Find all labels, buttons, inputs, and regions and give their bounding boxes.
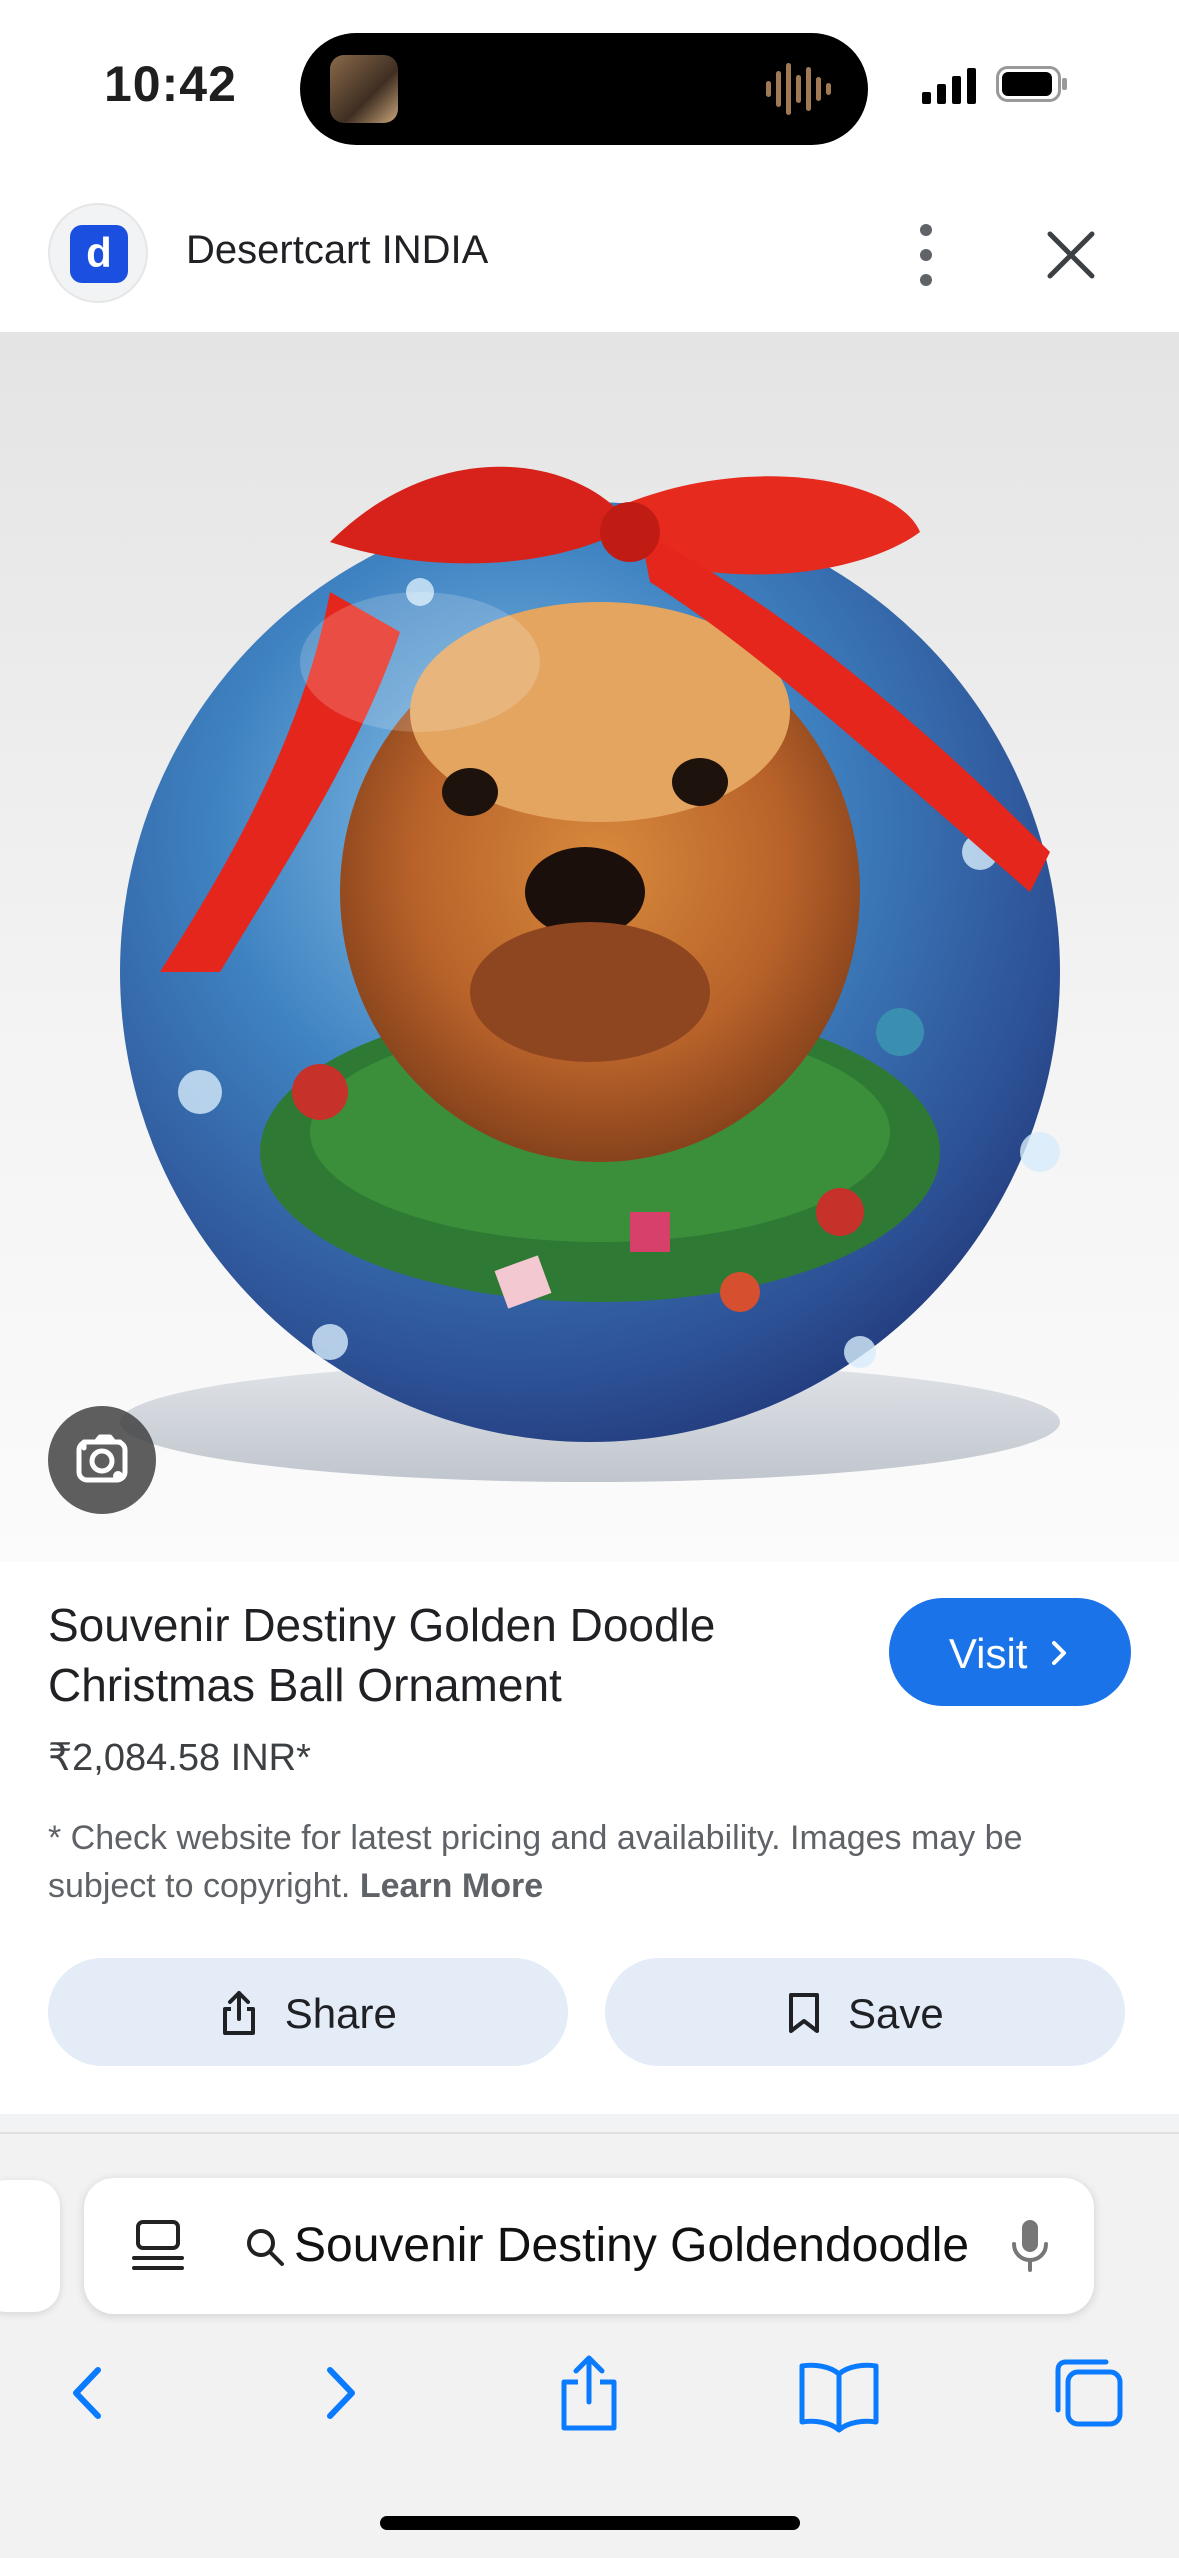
visit-label: Visit bbox=[948, 1629, 1028, 1677]
section-divider bbox=[0, 2114, 1179, 2132]
product-price: ₹2,084.58 INR* bbox=[48, 1737, 311, 1779]
page-menu-icon[interactable] bbox=[132, 2218, 186, 2274]
status-time: 10:42 bbox=[104, 56, 237, 112]
bookmark-icon bbox=[789, 1993, 820, 2034]
forward-icon[interactable] bbox=[296, 2348, 386, 2438]
visit-button[interactable]: Visit bbox=[889, 1598, 1131, 1706]
dynamic-island[interactable] bbox=[300, 33, 868, 145]
bookmarks-icon[interactable] bbox=[794, 2348, 884, 2438]
disclaimer-text: * Check website for latest pricing and a… bbox=[48, 1814, 1128, 1910]
share-label: Share bbox=[284, 1989, 397, 2037]
back-icon[interactable] bbox=[42, 2348, 132, 2438]
previous-tab-preview[interactable] bbox=[0, 2180, 60, 2312]
source-name[interactable]: Desertcart INDIA bbox=[186, 228, 488, 273]
desertcart-logo: d bbox=[70, 225, 128, 283]
microphone-icon[interactable] bbox=[1008, 2218, 1052, 2274]
close-icon[interactable] bbox=[1040, 224, 1102, 286]
cellular-signal-icon bbox=[922, 68, 976, 104]
more-options-icon[interactable] bbox=[900, 220, 952, 290]
save-button[interactable]: Save bbox=[605, 1958, 1125, 2066]
product-title: Souvenir Destiny Golden Doodle Christmas… bbox=[48, 1599, 716, 1711]
status-bar: 10:42 bbox=[0, 0, 1179, 170]
product-image[interactable] bbox=[0, 332, 1179, 1562]
lens-icon bbox=[76, 1434, 128, 1483]
source-header: d Desertcart INDIA bbox=[0, 170, 1179, 332]
source-logo[interactable]: d bbox=[48, 203, 148, 303]
share-icon bbox=[223, 1991, 256, 2036]
chevron-right-icon bbox=[1052, 1641, 1067, 1666]
address-text[interactable]: Souvenir Destiny Goldendoodle bbox=[294, 2218, 974, 2273]
search-icon bbox=[247, 2229, 284, 2266]
audio-waveform-icon bbox=[766, 63, 831, 115]
ornament-illustration bbox=[120, 466, 1060, 1482]
battery-icon bbox=[996, 66, 1067, 102]
share-button[interactable]: Share bbox=[48, 1958, 568, 2066]
tabs-icon[interactable] bbox=[1044, 2348, 1134, 2438]
now-playing-thumbnail bbox=[330, 55, 398, 123]
save-label: Save bbox=[847, 1989, 944, 2037]
share-sheet-icon[interactable] bbox=[544, 2348, 634, 2438]
home-indicator bbox=[380, 2516, 800, 2530]
learn-more-link[interactable]: Learn More bbox=[360, 1867, 543, 1905]
address-bar[interactable]: Souvenir Destiny Goldendoodle bbox=[84, 2178, 1094, 2314]
google-lens-button[interactable] bbox=[48, 1406, 156, 1514]
